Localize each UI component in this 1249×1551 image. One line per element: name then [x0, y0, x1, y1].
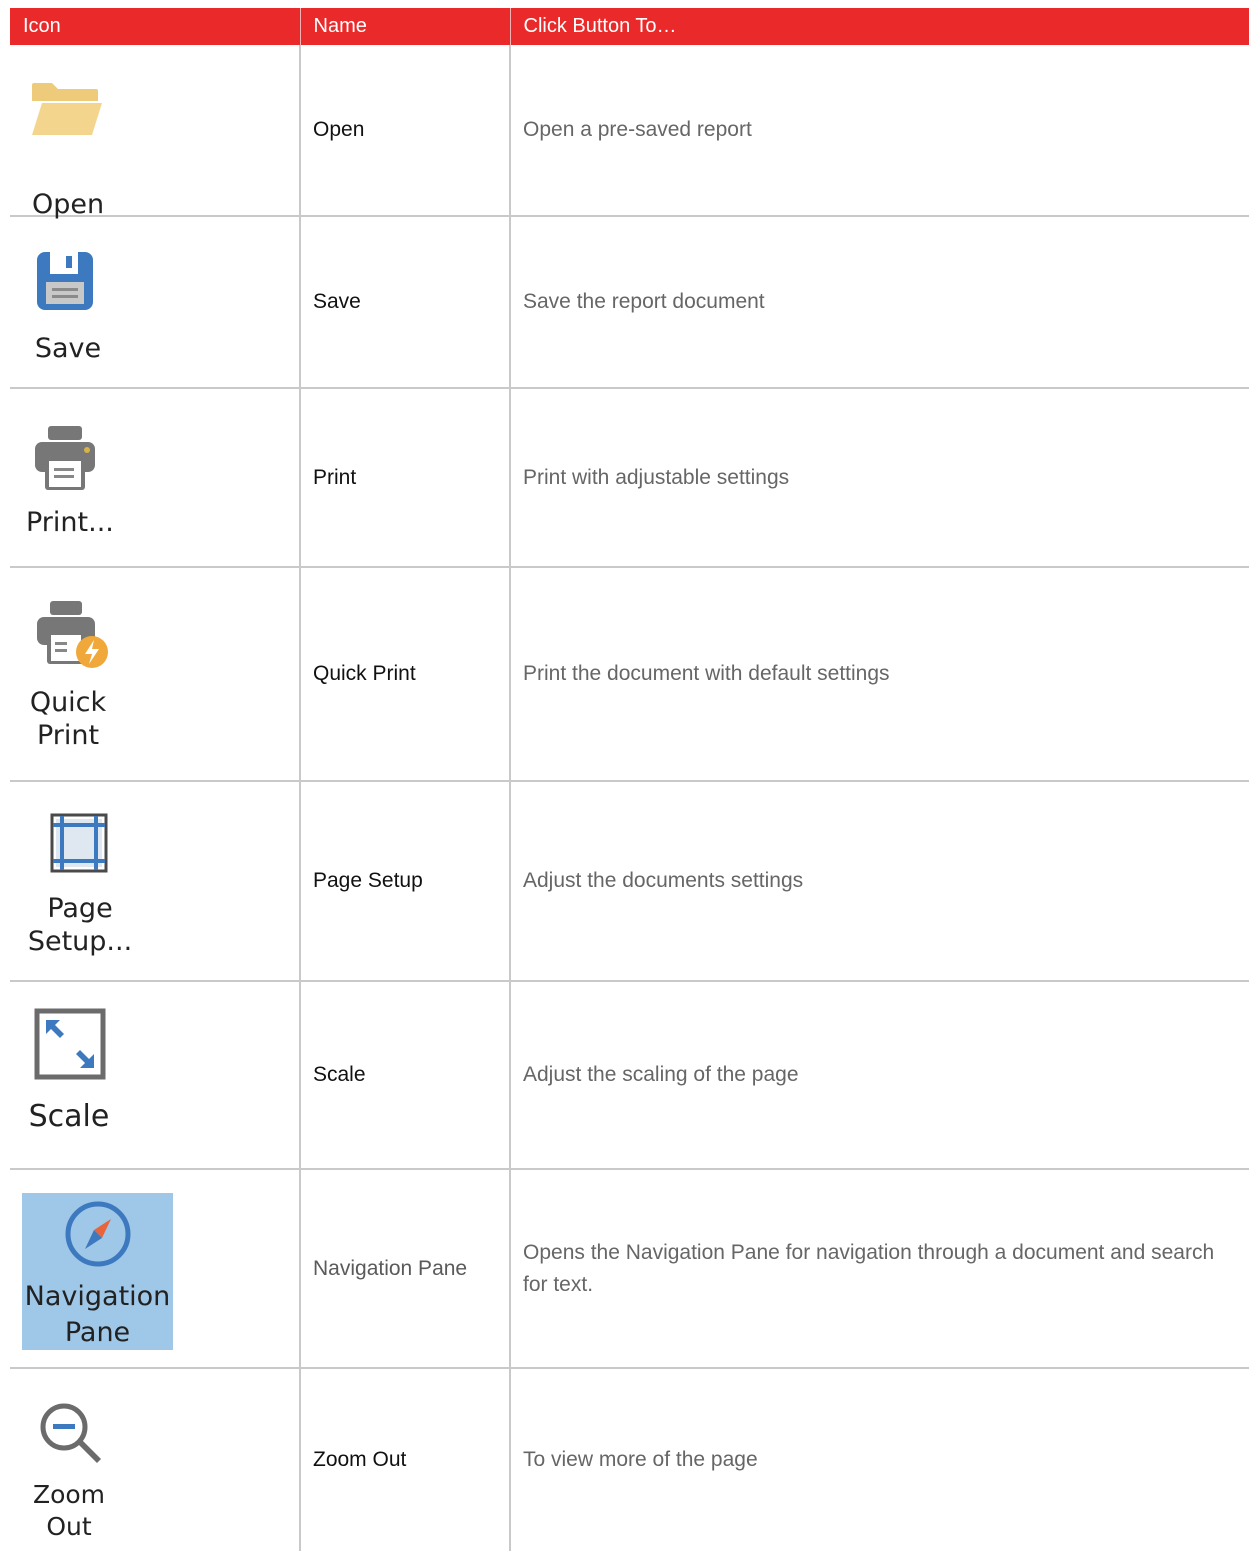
- description-cell: To view more of the page: [509, 1368, 1249, 1551]
- icon-cell: Navigation Pane: [10, 1169, 300, 1369]
- icon-label: Scale: [28, 1099, 110, 1134]
- icon-cell: Print...: [10, 388, 300, 568]
- table-row-scale: Scale Scale Adjust the scaling of the pa…: [10, 981, 1249, 1170]
- table-row-page-setup: Page Setup... Page Setup Adjust the docu…: [10, 781, 1249, 982]
- icon-cell: Open: [10, 45, 300, 220]
- description-cell: Adjust the scaling of the page: [509, 981, 1249, 1170]
- header-row: Icon Name Click Button To…: [10, 8, 1249, 45]
- icon-label: Page Setup...: [27, 893, 133, 957]
- name-cell: Print: [299, 388, 510, 568]
- description-cell: Print the document with default settings: [509, 567, 1249, 782]
- icon-label: Print...: [26, 507, 114, 538]
- name-cell: Zoom Out: [299, 1368, 510, 1551]
- icon-cell: Scale: [10, 981, 300, 1170]
- table-row-navigation-pane: Navigation Pane Navigation Pane Opens th…: [10, 1169, 1249, 1369]
- printer-icon[interactable]: [34, 425, 96, 491]
- icon-label: Navigation Pane: [24, 1281, 171, 1348]
- name-cell: Save: [299, 216, 510, 389]
- quick-print-icon[interactable]: [36, 600, 110, 672]
- floppy-disk-icon[interactable]: [36, 251, 94, 311]
- icon-cell: Zoom Out: [10, 1368, 300, 1551]
- description-cell: Adjust the documents settings: [509, 781, 1249, 982]
- icon-cell: Page Setup...: [10, 781, 300, 982]
- table-row-save: Save Save Save the report document: [10, 216, 1249, 389]
- header-click-button-to: Click Button To…: [509, 8, 1249, 45]
- toolbar-reference-table: Icon Name Click Button To… Open Open Ope…: [10, 8, 1249, 1551]
- icon-label: Quick Print: [29, 687, 107, 751]
- compass-icon[interactable]: [63, 1199, 133, 1269]
- name-cell: Quick Print: [299, 567, 510, 782]
- name-cell: Navigation Pane: [299, 1169, 510, 1369]
- scale-icon[interactable]: [34, 1008, 106, 1080]
- description-cell: Save the report document: [509, 216, 1249, 389]
- icon-cell: Save: [10, 216, 300, 389]
- navigation-pane-highlight[interactable]: Navigation Pane: [22, 1193, 173, 1350]
- folder-open-icon[interactable]: [30, 81, 104, 137]
- page-setup-icon[interactable]: [50, 813, 108, 873]
- table-row-quick-print: Quick Print Quick Print Print the docume…: [10, 567, 1249, 782]
- icon-label: Save: [34, 333, 102, 364]
- zoom-out-icon[interactable]: [38, 1401, 104, 1467]
- description-cell: Open a pre-saved report: [509, 45, 1249, 217]
- name-cell: Open: [299, 45, 510, 217]
- table-row-zoom-out: Zoom Out Zoom Out To view more of the pa…: [10, 1368, 1249, 1551]
- table-row-open: Open Open Open a pre-saved report: [10, 45, 1249, 220]
- description-cell: Opens the Navigation Pane for navigation…: [509, 1169, 1249, 1369]
- icon-label: Zoom Out: [32, 1480, 106, 1541]
- description-cell: Print with adjustable settings: [509, 388, 1249, 568]
- name-cell: Scale: [299, 981, 510, 1170]
- name-cell: Page Setup: [299, 781, 510, 982]
- table-row-print: Print... Print Print with adjustable set…: [10, 388, 1249, 568]
- icon-cell: Quick Print: [10, 567, 300, 782]
- header-name: Name: [299, 8, 510, 45]
- header-icon: Icon: [10, 8, 300, 45]
